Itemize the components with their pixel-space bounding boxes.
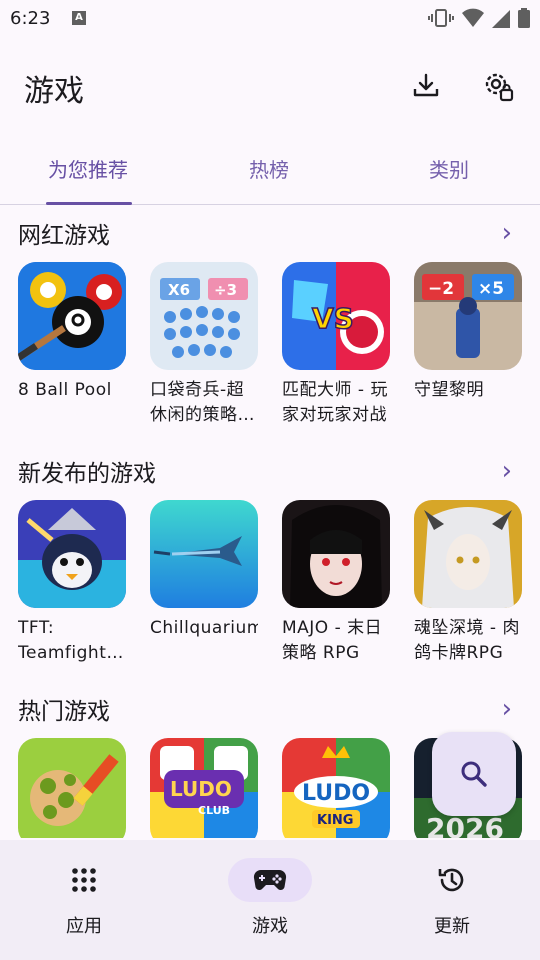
nav-label: 更新 [434,916,470,937]
chevron-right-icon[interactable]: › [502,218,512,248]
gamepad-icon [253,869,287,891]
minus-text: −2 [428,279,454,299]
times-text: ×5 [478,279,504,299]
nav-updates[interactable]: 更新 [392,858,512,938]
update-history-icon [438,868,464,892]
app-name: MAJO - 末日策略 RPG [282,618,383,663]
tab-categories[interactable]: 类别 [429,154,469,183]
nav-pill-active [228,858,312,902]
app-card[interactable]: X6 ÷3 口袋奇兵-超休闲的策略手游 [150,262,258,428]
section-title: 新发布的游戏 [18,461,156,487]
battery-icon [518,8,530,28]
chevron-right-icon[interactable]: › [502,694,512,724]
app-card[interactable]: 魂坠深境 - 肉鸽卡牌RPG [414,500,522,666]
download-icon [413,73,439,97]
apps-grid-icon [72,868,96,892]
app-name: 8 Ball Pool [18,380,112,400]
app-card[interactable] [18,738,126,838]
app-icon: −2 ×5 [414,262,522,370]
app-name: TFT: Teamfight Tactics [18,618,107,663]
top-app-bar: 游戏 [0,52,540,122]
app-card[interactable]: −2 ×5 守望黎明 [414,262,522,428]
notification-a-icon: A [72,11,86,25]
ludo-club-text: LUDO [170,777,232,801]
search-icon [461,761,487,787]
nav-pill [42,858,126,902]
app-icon: X6 ÷3 [150,262,258,370]
app-icon [18,500,126,608]
app-row: 8 Ball Pool X6 ÷3 口袋奇兵-超休闲的策略手游 [18,262,522,428]
app-icon [18,738,126,838]
section-title: 网红游戏 [18,223,110,249]
status-icons [428,8,530,28]
app-card[interactable]: Chillquarium [150,500,258,666]
app-icon [414,500,522,608]
section-title: 热门游戏 [18,699,110,725]
app-icon: LUDO CLUB [150,738,258,838]
app-name: 匹配大师 - 玩家对玩家对战 [282,380,388,425]
app-icon [18,262,126,370]
tab-recommended[interactable]: 为您推荐 [48,154,128,183]
app-icon [282,500,390,608]
multiplier-text: X6 [168,281,190,299]
app-card[interactable]: MAJO - 末日策略 RPG [282,500,390,666]
download-button[interactable] [408,68,444,104]
ludo-king-text: LUDO [302,781,370,806]
wifi-icon [462,8,484,27]
app-card[interactable]: TFT: Teamfight Tactics [18,500,126,666]
status-time: 6:23 [10,8,51,29]
app-name: 守望黎明 [414,380,484,400]
tab-charts[interactable]: 热榜 [249,154,289,183]
ludo-club-subtext: CLUB [198,804,230,817]
bottom-navigation: 应用 游戏 更新 [0,840,540,960]
app-card[interactable]: 8 Ball Pool [18,262,126,428]
nav-label: 应用 [66,916,102,937]
app-row: TFT: Teamfight Tactics Chillquarium [18,500,522,666]
signal-icon [492,10,510,28]
app-card[interactable]: LUDO KING [282,738,390,838]
divider-text: ÷3 [214,281,237,299]
search-fab[interactable] [432,732,516,816]
nav-apps[interactable]: 应用 [24,858,144,938]
vibrate-icon [428,9,454,27]
nav-pill [410,858,494,902]
app-name: Chillquarium [150,618,258,638]
settings-button[interactable] [480,68,516,104]
app-icon [150,500,258,608]
chevron-right-icon[interactable]: › [502,456,512,486]
manage-settings-icon [485,73,514,102]
app-card[interactable]: VS 匹配大师 - 玩家对玩家对战 [282,262,390,428]
app-name: 魂坠深境 - 肉鸽卡牌RPG [414,618,520,663]
tab-indicator [46,202,132,205]
app-icon: VS [282,262,390,370]
vs-text: VS [312,302,354,335]
nav-label: 游戏 [252,916,288,937]
status-bar: 6:23 A [0,0,540,38]
tab-bar: 为您推荐 热榜 类别 [0,138,540,205]
app-card[interactable]: LUDO CLUB [150,738,258,838]
page-title: 游戏 [24,74,84,109]
app-name: 口袋奇兵-超休闲的策略手游 [150,380,255,425]
nav-games[interactable]: 游戏 [210,858,330,938]
app-icon: LUDO KING [282,738,390,838]
ludo-king-subtext: KING [317,813,353,828]
